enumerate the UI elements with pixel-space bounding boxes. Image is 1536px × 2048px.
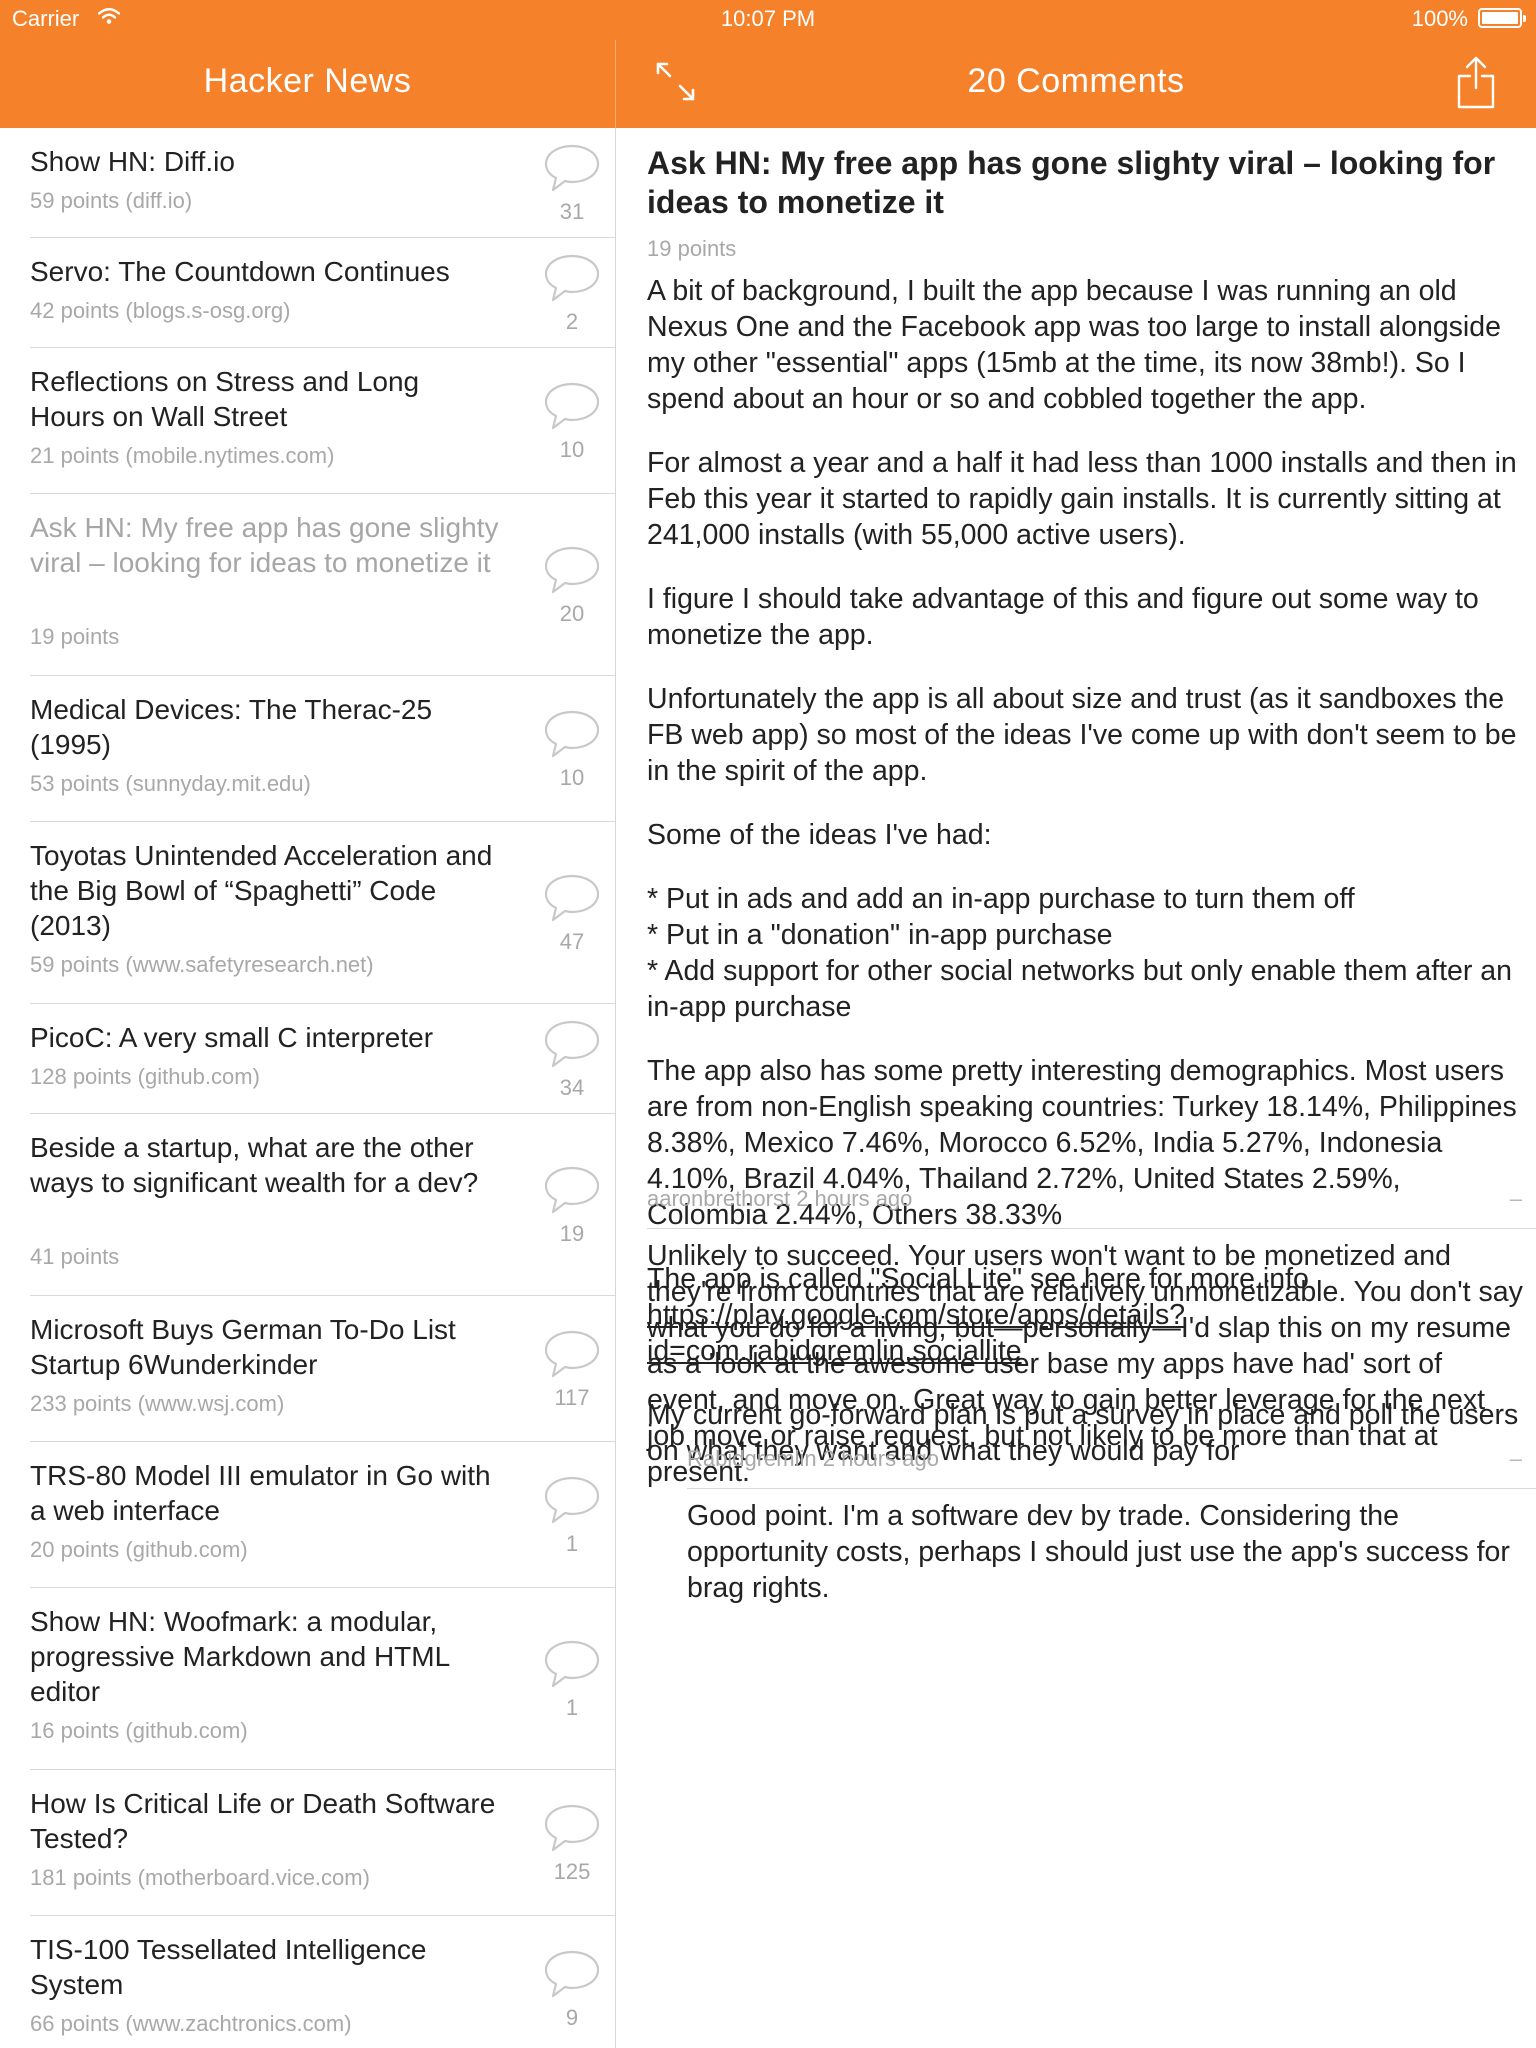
story-title: Ask HN: My free app has gone slighty vir… [30,512,499,578]
comments-pane[interactable]: Ask HN: My free app has gone slighty vir… [616,128,1536,2048]
status-time: 10:07 PM [720,6,816,31]
story-meta: 66 points (www.zachtronics.com) [30,2011,352,2036]
story-list[interactable]: Show HN: Diff.io 59 points (diff.io) 31 Ser… [0,128,615,2048]
story-meta: 19 points [30,624,120,649]
story-title: Show HN: Diff.io [30,146,235,177]
comment-count: 31 [559,199,585,224]
story-row[interactable]: TRS-80 Model III emulator in Go with a w… [0,1442,615,1588]
comment-bubble-icon[interactable] [543,381,601,433]
comment-count: 1 [565,1695,579,1720]
story-row[interactable]: Show HN: Woofmark: a modular, progressiv… [0,1588,615,1770]
story-title: Ask HN: My free app has gone slighty vir… [647,145,1496,220]
story-meta: 59 points (www.safetyresearch.net) [30,952,374,977]
story-meta: 181 points (motherboard.vice.com) [30,1865,370,1890]
story-row[interactable]: Beside a startup, what are the other way… [0,1114,615,1296]
story-row[interactable]: Reflections on Stress and Long Hours on … [0,348,615,494]
reply-text: Good point. I'm a software dev by trade.… [687,1500,1510,1604]
comment-bubble-icon[interactable] [543,1165,601,1217]
comment-bubble-icon[interactable] [543,1803,601,1855]
story-row[interactable]: How Is Critical Life or Death Software T… [0,1770,615,1916]
nav-title-hacker-news: Hacker News [203,62,412,100]
comment-header[interactable]: aaronbrethorst 2 hours ago [647,1186,912,1212]
share-icon[interactable] [1456,54,1496,110]
story-meta: 16 points (github.com) [30,1718,248,1743]
reply-header[interactable]: Rabidgremlin 2 hours ago [687,1446,939,1472]
comment-separator [647,1228,1536,1229]
story-row[interactable]: Toyotas Unintended Acceleration and the … [0,822,615,1004]
comment-count: 10 [559,765,585,790]
detail-nav-bar: 20 Comments [616,40,1536,128]
comment-count: 20 [559,601,585,626]
story-row[interactable]: Servo: The Countdown Continues 42 points … [0,238,615,348]
nav-divider [615,40,616,128]
story-title: Beside a startup, what are the other way… [30,1132,479,1198]
story-row[interactable]: Show HN: Diff.io 59 points (diff.io) 31 [0,128,615,238]
story-meta: 21 points (mobile.nytimes.com) [30,443,335,468]
comment-bubble-icon[interactable] [543,1475,601,1527]
comment-bubble-icon[interactable] [543,253,601,305]
story-row[interactable]: Ask HN: My free app has gone slighty vir… [0,494,615,676]
story-title: TRS-80 Model III emulator in Go with a w… [30,1460,491,1526]
comment-bubble-icon[interactable] [543,1019,601,1071]
top-bar: Carrier 10:07 PM 100% Hacker News 20 Com… [0,0,1536,128]
story-meta: 20 points (github.com) [30,1537,248,1562]
story-title: Microsoft Buys German To-Do List Startup… [30,1314,456,1380]
story-meta: 233 points (www.wsj.com) [30,1391,285,1416]
comment-count: 10 [559,437,585,462]
nav-title-comments: 20 Comments [967,62,1185,100]
story-title: Toyotas Unintended Acceleration and the … [30,840,493,941]
body-paragraph: For almost a year and a half it had less… [647,447,1517,551]
collapse-toggle[interactable]: – [1510,1186,1522,1212]
story-title: Show HN: Woofmark: a modular, progressiv… [30,1606,450,1707]
comment-bubble-icon[interactable] [543,1949,601,2001]
comment-bubble-icon[interactable] [543,1639,601,1691]
story-row[interactable]: Medical Devices: The Therac-25 (1995) 53 … [0,676,615,822]
comment-count: 117 [554,1385,590,1410]
master-nav-bar: Hacker News [0,40,615,128]
collapse-toggle[interactable]: – [1510,1446,1522,1472]
comment-bubble-icon[interactable] [543,709,601,761]
story-meta: 41 points [30,1244,120,1269]
story-title: PicoC: A very small C interpreter [30,1022,434,1053]
comment-count: 19 [559,1221,585,1246]
status-bar: Carrier 10:07 PM 100% [0,0,1536,40]
comment-count: 34 [559,1075,585,1100]
story-title: TIS-100 Tessellated Intelligence System [30,1934,427,2000]
comment-bubble-icon[interactable] [543,873,601,925]
comment-bubble-icon[interactable] [543,143,601,195]
story-title: Medical Devices: The Therac-25 (1995) [30,694,433,760]
body-paragraph: Unfortunately the app is all about size … [647,683,1517,787]
story-title: How Is Critical Life or Death Software T… [30,1788,496,1854]
body-paragraph: Some of the ideas I've had: [647,819,992,851]
comment-count: 9 [565,2005,579,2030]
comment-count: 2 [565,309,579,334]
story-points: 19 points [647,236,737,261]
comment-count: 1 [565,1531,579,1556]
comment-count: 47 [559,929,585,954]
comment-bubble-icon[interactable] [543,545,601,597]
comment-count: 125 [553,1859,591,1884]
battery-percent: 100% [1411,6,1468,31]
story-meta: 59 points (diff.io) [30,188,193,213]
story-meta: 53 points (sunnyday.mit.edu) [30,771,311,796]
story-title: Reflections on Stress and Long Hours on … [30,366,420,432]
story-meta: 42 points (blogs.s-osg.org) [30,298,291,323]
story-row[interactable]: Microsoft Buys German To-Do List Startup… [0,1296,615,1442]
comment-separator [687,1488,1536,1489]
story-row[interactable]: TIS-100 Tessellated Intelligence System 6… [0,1916,615,2048]
body-paragraph: I figure I should take advantage of this… [647,583,1479,651]
story-row[interactable]: PicoC: A very small C interpreter 128 poi… [0,1004,615,1114]
body-paragraph: A bit of background, I built the app bec… [647,275,1501,415]
story-title: Servo: The Countdown Continues [30,256,450,287]
comment-bubble-icon[interactable] [543,1329,601,1381]
story-meta: 128 points (github.com) [30,1064,260,1089]
battery-icon [1478,8,1526,28]
body-paragraph-list: * Put in ads and add an in-app purchase … [647,883,1513,1023]
